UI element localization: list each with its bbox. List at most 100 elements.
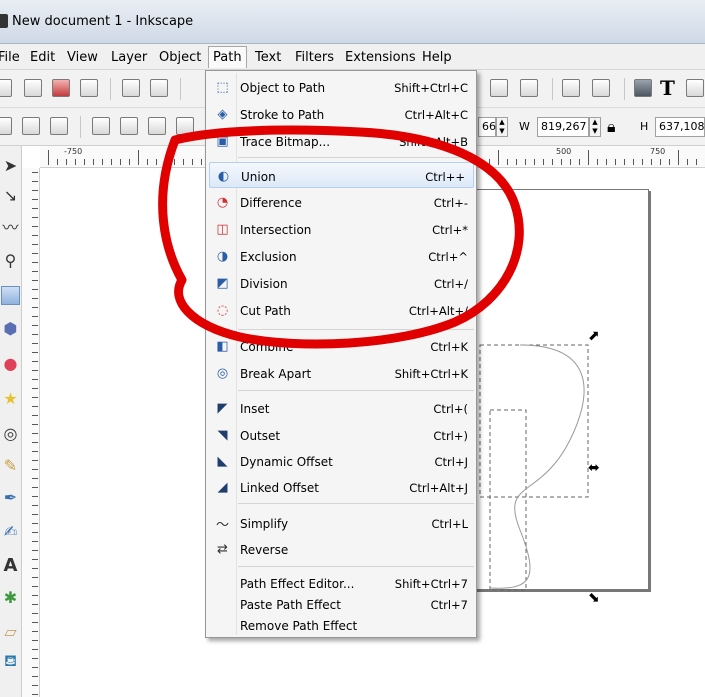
menu-item-reverse[interactable]: ⇄ Reverse xyxy=(206,536,476,562)
lock-icon[interactable]: 🔒︎ xyxy=(607,117,616,137)
x-field[interactable]: 66 xyxy=(478,117,496,137)
pencil-tool-icon[interactable]: ✎ xyxy=(1,456,20,475)
menu-item-inset[interactable]: ◤ Inset Ctrl+( xyxy=(206,395,476,421)
menu-item-cut-path[interactable]: ◌ Cut Path Ctrl+Alt+/ xyxy=(206,297,476,323)
menu-item-shortcut: Ctrl++ xyxy=(425,170,465,184)
export-icon[interactable] xyxy=(150,79,168,97)
break-apart-icon: ◎ xyxy=(216,365,229,381)
ruler-tick xyxy=(32,415,38,416)
fill-stroke-icon[interactable] xyxy=(634,79,652,97)
width-field[interactable]: 819,267 xyxy=(537,117,589,137)
menu-file[interactable]: File xyxy=(0,50,20,65)
select-all-icon[interactable] xyxy=(0,117,12,135)
ruler-tick xyxy=(696,159,697,165)
menu-item-stroke-to-path[interactable]: ◈ Stroke to Path Ctrl+Alt+C xyxy=(206,101,476,127)
ruler-tick xyxy=(32,208,38,209)
menu-item-simplify[interactable]: 〜 Simplify Ctrl+L xyxy=(206,510,476,536)
new-document-icon[interactable] xyxy=(0,79,12,97)
selector-tool-icon[interactable]: ➤ xyxy=(1,156,20,175)
flip-horizontal-icon[interactable] xyxy=(148,117,166,135)
3d-box-tool-icon[interactable]: ⬢ xyxy=(1,319,20,338)
combine-icon: ◧ xyxy=(216,338,229,354)
ruler-tick xyxy=(138,150,139,165)
height-field[interactable]: 637,108 xyxy=(655,117,705,137)
tweak-tool-icon[interactable]: 〰 xyxy=(1,216,20,237)
zoom-tool-icon[interactable]: ⚲ xyxy=(1,251,20,270)
star-tool-icon[interactable]: ★ xyxy=(1,389,20,408)
menu-item-exclusion[interactable]: ◑ Exclusion Ctrl+^ xyxy=(206,243,476,269)
menu-item-object-to-path[interactable]: ⬚ Object to Path Shift+Ctrl+C xyxy=(206,74,476,100)
ruler-tick xyxy=(32,424,38,425)
menu-item-shortcut: Ctrl+* xyxy=(432,223,468,237)
menu-view[interactable]: View xyxy=(67,50,98,65)
scale-handle-right-icon[interactable]: ⬌ xyxy=(588,460,600,476)
difference-icon: ◔ xyxy=(216,194,229,210)
rectangle-tool-icon[interactable] xyxy=(1,286,20,305)
eraser-tool-icon[interactable]: ▱ xyxy=(1,622,20,641)
deselect-icon[interactable] xyxy=(50,117,68,135)
save-icon[interactable] xyxy=(52,79,70,97)
menu-item-break-apart[interactable]: ◎ Break Apart Shift+Ctrl+K xyxy=(206,360,476,386)
ruler-tick xyxy=(32,298,38,299)
unlink-clone-icon[interactable] xyxy=(520,79,538,97)
ruler-tick xyxy=(32,568,38,569)
paint-bucket-tool-icon[interactable]: ⛾ xyxy=(1,651,20,671)
text-font-icon[interactable]: T xyxy=(660,76,675,100)
menu-item-shortcut: Ctrl+^ xyxy=(428,250,468,264)
menu-item-shortcut: Ctrl+Alt+J xyxy=(409,481,468,495)
menu-item-division[interactable]: ◩ Division Ctrl+/ xyxy=(206,270,476,296)
ruler-label: 750 xyxy=(650,147,666,156)
menu-filters[interactable]: Filters xyxy=(295,50,334,65)
spiral-tool-icon[interactable]: ◎ xyxy=(1,424,20,443)
path-curve xyxy=(489,344,585,589)
menu-item-linked-offset[interactable]: ◢ Linked Offset Ctrl+Alt+J xyxy=(206,474,476,500)
menu-object[interactable]: Object xyxy=(159,50,201,65)
scale-handle-top-right-icon[interactable]: ⬈ xyxy=(588,328,600,344)
ruler-tick xyxy=(192,159,193,165)
ruler-tick xyxy=(32,685,38,686)
rotate-ccw-icon[interactable] xyxy=(92,117,110,135)
pen-tool-icon[interactable]: ✒ xyxy=(1,488,20,507)
node-tool-icon[interactable]: ↘ xyxy=(1,186,20,205)
calligraphy-tool-icon[interactable]: ✍ xyxy=(1,522,20,541)
rotate-cw-icon[interactable] xyxy=(120,117,138,135)
ellipse-tool-icon[interactable]: ● xyxy=(1,354,20,373)
menu-item-combine[interactable]: ◧ Combine Ctrl+K xyxy=(206,333,476,359)
ruler-tick xyxy=(570,159,571,165)
width-spinner[interactable]: ▲ ▼ xyxy=(589,117,601,137)
print-icon[interactable] xyxy=(80,79,98,97)
flip-vertical-icon[interactable] xyxy=(176,117,194,135)
open-icon[interactable] xyxy=(24,79,42,97)
spray-tool-icon[interactable]: ✱ xyxy=(1,588,20,607)
clone-icon[interactable] xyxy=(490,79,508,97)
toolbox: ➤ ↘ 〰 ⚲ ⬢ ● ★ ◎ ✎ ✒ ✍ A ✱ ▱ ⛾ xyxy=(0,146,22,697)
menu-item-remove-path-effect[interactable]: Remove Path Effect xyxy=(206,612,476,638)
menu-extensions[interactable]: Extensions xyxy=(345,50,416,65)
text-tool-icon[interactable]: A xyxy=(1,555,20,576)
ruler-tick xyxy=(32,613,38,614)
ruler-tick xyxy=(32,505,38,506)
menu-item-intersection[interactable]: ◫ Intersection Ctrl+* xyxy=(206,216,476,242)
menu-item-difference[interactable]: ◔ Difference Ctrl+- xyxy=(206,189,476,215)
menu-help[interactable]: Help xyxy=(422,50,452,65)
menu-item-label: Dynamic Offset xyxy=(240,455,333,469)
import-icon[interactable] xyxy=(122,79,140,97)
menu-path[interactable]: Path xyxy=(208,46,247,68)
vertical-ruler xyxy=(22,168,40,697)
x-spinner[interactable]: ▲ ▼ xyxy=(496,117,508,137)
menu-item-trace-bitmap[interactable]: ▣ Trace Bitmap... Shift+Alt+B xyxy=(206,128,476,154)
select-all-layers-icon[interactable] xyxy=(22,117,40,135)
menu-edit[interactable]: Edit xyxy=(30,50,55,65)
ruler-tick xyxy=(32,451,38,452)
menu-item-outset[interactable]: ◥ Outset Ctrl+) xyxy=(206,422,476,448)
scale-handle-bottom-right-icon[interactable]: ⬊ xyxy=(588,590,600,606)
menu-item-dynamic-offset[interactable]: ◣ Dynamic Offset Ctrl+J xyxy=(206,448,476,474)
ruler-tick xyxy=(201,159,202,165)
group-icon[interactable] xyxy=(562,79,580,97)
ungroup-icon[interactable] xyxy=(592,79,610,97)
menu-item-union[interactable]: ◐ Union Ctrl++ xyxy=(209,162,474,188)
xml-editor-icon[interactable] xyxy=(686,79,704,97)
menu-text[interactable]: Text xyxy=(255,50,281,65)
menu-layer[interactable]: Layer xyxy=(111,50,147,65)
linked-offset-icon: ◢ xyxy=(217,479,228,495)
